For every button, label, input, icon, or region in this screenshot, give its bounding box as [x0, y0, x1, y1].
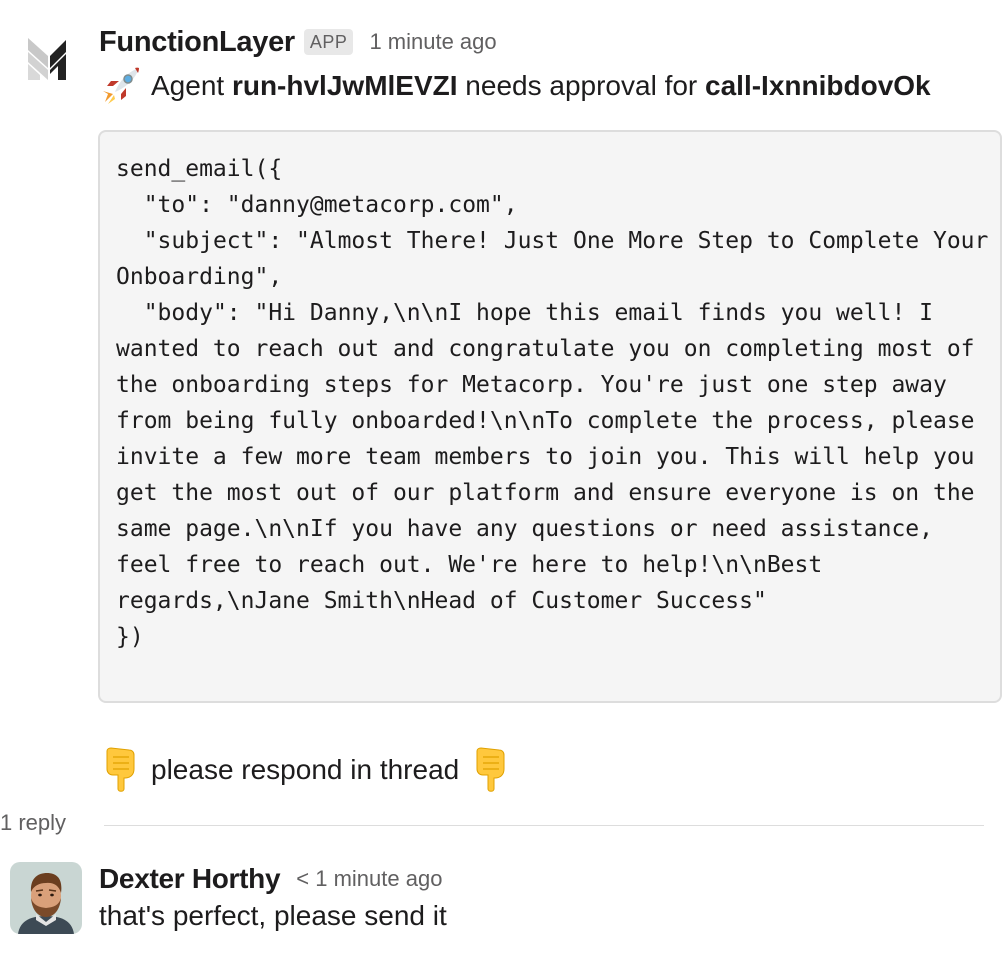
user-avatar[interactable]	[10, 862, 82, 934]
reply-sender-name[interactable]: Dexter Horthy	[99, 863, 281, 895]
call-id: call-IxnnibdovOk	[705, 70, 931, 101]
code-block: send_email({ "to": "danny@metacorp.com",…	[98, 130, 1002, 703]
approval-text-middle: needs approval for	[457, 70, 706, 101]
approval-text-prefix: Agent	[151, 70, 232, 101]
functionlayer-logo-icon	[28, 38, 66, 80]
pointing-down-hand-icon	[106, 747, 135, 792]
message-timestamp[interactable]: 1 minute ago	[369, 29, 496, 55]
respond-prompt: please respond in thread	[151, 754, 460, 785]
reply-message-text: that's perfect, please send it	[99, 900, 447, 931]
avatar-portrait-icon	[10, 862, 82, 934]
reply-timestamp[interactable]: < 1 minute ago	[296, 866, 442, 892]
reply-count[interactable]: 1 reply	[0, 810, 66, 836]
app-badge: APP	[303, 29, 354, 55]
app-message-header: FunctionLayer APP 1 minute ago	[99, 22, 497, 62]
reply-header: Dexter Horthy < 1 minute ago	[99, 860, 442, 898]
pointing-down-hand-icon	[476, 747, 505, 792]
approval-message: Agent run-hvlJwMlEVZI needs approval for…	[99, 64, 931, 108]
app-avatar[interactable]	[10, 22, 82, 94]
sender-name[interactable]: FunctionLayer	[99, 26, 295, 59]
respond-in-thread-line: please respond in thread	[101, 746, 511, 794]
rocket-icon	[103, 67, 139, 104]
thread-divider	[104, 825, 984, 826]
run-id: run-hvlJwMlEVZI	[231, 70, 458, 101]
